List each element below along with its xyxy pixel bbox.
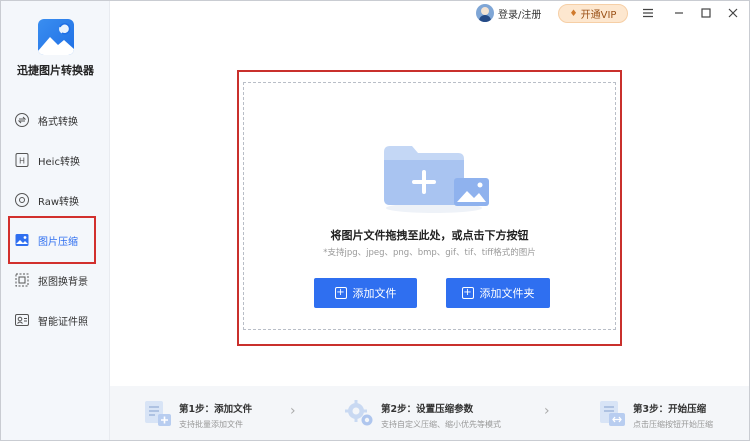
- chevron-right-icon: ›: [544, 403, 550, 419]
- settings-step-icon: [345, 400, 373, 426]
- drop-zone-subtitle: *支持jpg、jpeg、png、bmp、gif、tif、tiff格式的图片: [323, 248, 536, 258]
- sidebar-item-label: Raw转换: [38, 196, 80, 208]
- diamond-icon: ♦: [569, 8, 578, 19]
- maximize-icon[interactable]: [698, 5, 714, 21]
- sidebar-item-label: Heic转换: [38, 156, 80, 168]
- minimize-icon[interactable]: [671, 5, 687, 21]
- format-convert-icon: [14, 112, 30, 128]
- sidebar-item-label: 抠图换背景: [38, 276, 88, 288]
- vip-label: 开通VIP: [580, 10, 617, 21]
- app-logo: [38, 19, 74, 55]
- svg-text:H: H: [19, 157, 25, 166]
- raw-icon: [14, 192, 30, 208]
- top-bar: 登录/注册 ♦ 开通VIP: [110, 1, 749, 25]
- id-photo-icon: [14, 312, 30, 328]
- chevron-right-icon: ›: [290, 403, 296, 419]
- start-compress-step-icon: [600, 401, 625, 426]
- step-3: 第3步：开始压缩 点击压缩按钮开始压缩: [597, 398, 713, 430]
- add-file-button[interactable]: + 添加文件: [314, 278, 417, 308]
- login-register-button[interactable]: 登录/注册: [476, 4, 541, 22]
- step-1-desc: 支持批量添加文件: [179, 420, 243, 429]
- add-folder-button[interactable]: + 添加文件夹: [446, 278, 550, 308]
- add-file-label: 添加文件: [352, 287, 397, 300]
- add-file-step-icon: [145, 401, 171, 426]
- add-folder-label: 添加文件夹: [479, 287, 535, 300]
- step-2-desc: 支持自定义压缩、缩小优先等模式: [381, 420, 501, 429]
- vip-button[interactable]: ♦ 开通VIP: [558, 4, 628, 23]
- heic-icon: H: [14, 152, 30, 168]
- add-folder-icon: +: [461, 287, 474, 299]
- steps-bar: 第1步：添加文件 支持批量添加文件 › 第2步：设置压缩参数 支持自定义压缩、缩…: [110, 386, 749, 440]
- sidebar-item-label: 格式转换: [38, 116, 78, 128]
- sidebar-item-id-photo[interactable]: 智能证件照: [1, 300, 110, 340]
- step-3-title: 第3步：开始压缩: [633, 404, 707, 415]
- folder-add-icon: [384, 146, 489, 213]
- sidebar-item-cutout[interactable]: 抠图换背景: [1, 260, 110, 300]
- drop-zone-title: 将图片文件拖拽至此处，或点击下方按钮: [330, 229, 529, 242]
- step-3-desc: 点击压缩按钮开始压缩: [633, 420, 713, 429]
- avatar-icon: [476, 4, 494, 22]
- step-2-title: 第2步：设置压缩参数: [381, 404, 474, 415]
- sidebar-item-label: 智能证件照: [38, 316, 88, 328]
- close-icon[interactable]: [725, 5, 741, 21]
- sidebar-item-heic[interactable]: H Heic转换: [1, 140, 110, 180]
- sidebar-item-raw[interactable]: Raw转换: [1, 180, 110, 220]
- drop-zone-highlight: 将图片文件拖拽至此处，或点击下方按钮 *支持jpg、jpeg、png、bmp、g…: [237, 70, 622, 346]
- step-1-title: 第1步：添加文件: [179, 404, 253, 415]
- app-title: 迅捷图片转换器: [17, 64, 94, 77]
- add-file-icon: +: [334, 287, 347, 299]
- active-item-highlight: [8, 216, 96, 264]
- step-1: 第1步：添加文件 支持批量添加文件: [143, 398, 252, 430]
- cutout-icon: [14, 272, 30, 288]
- menu-icon[interactable]: [640, 5, 656, 21]
- step-2: 第2步：设置压缩参数 支持自定义压缩、缩小优先等模式: [345, 398, 501, 430]
- login-register-label: 登录/注册: [498, 9, 542, 21]
- sidebar-item-format-convert[interactable]: 格式转换: [1, 100, 110, 140]
- drop-zone[interactable]: 将图片文件拖拽至此处，或点击下方按钮 *支持jpg、jpeg、png、bmp、g…: [243, 82, 616, 330]
